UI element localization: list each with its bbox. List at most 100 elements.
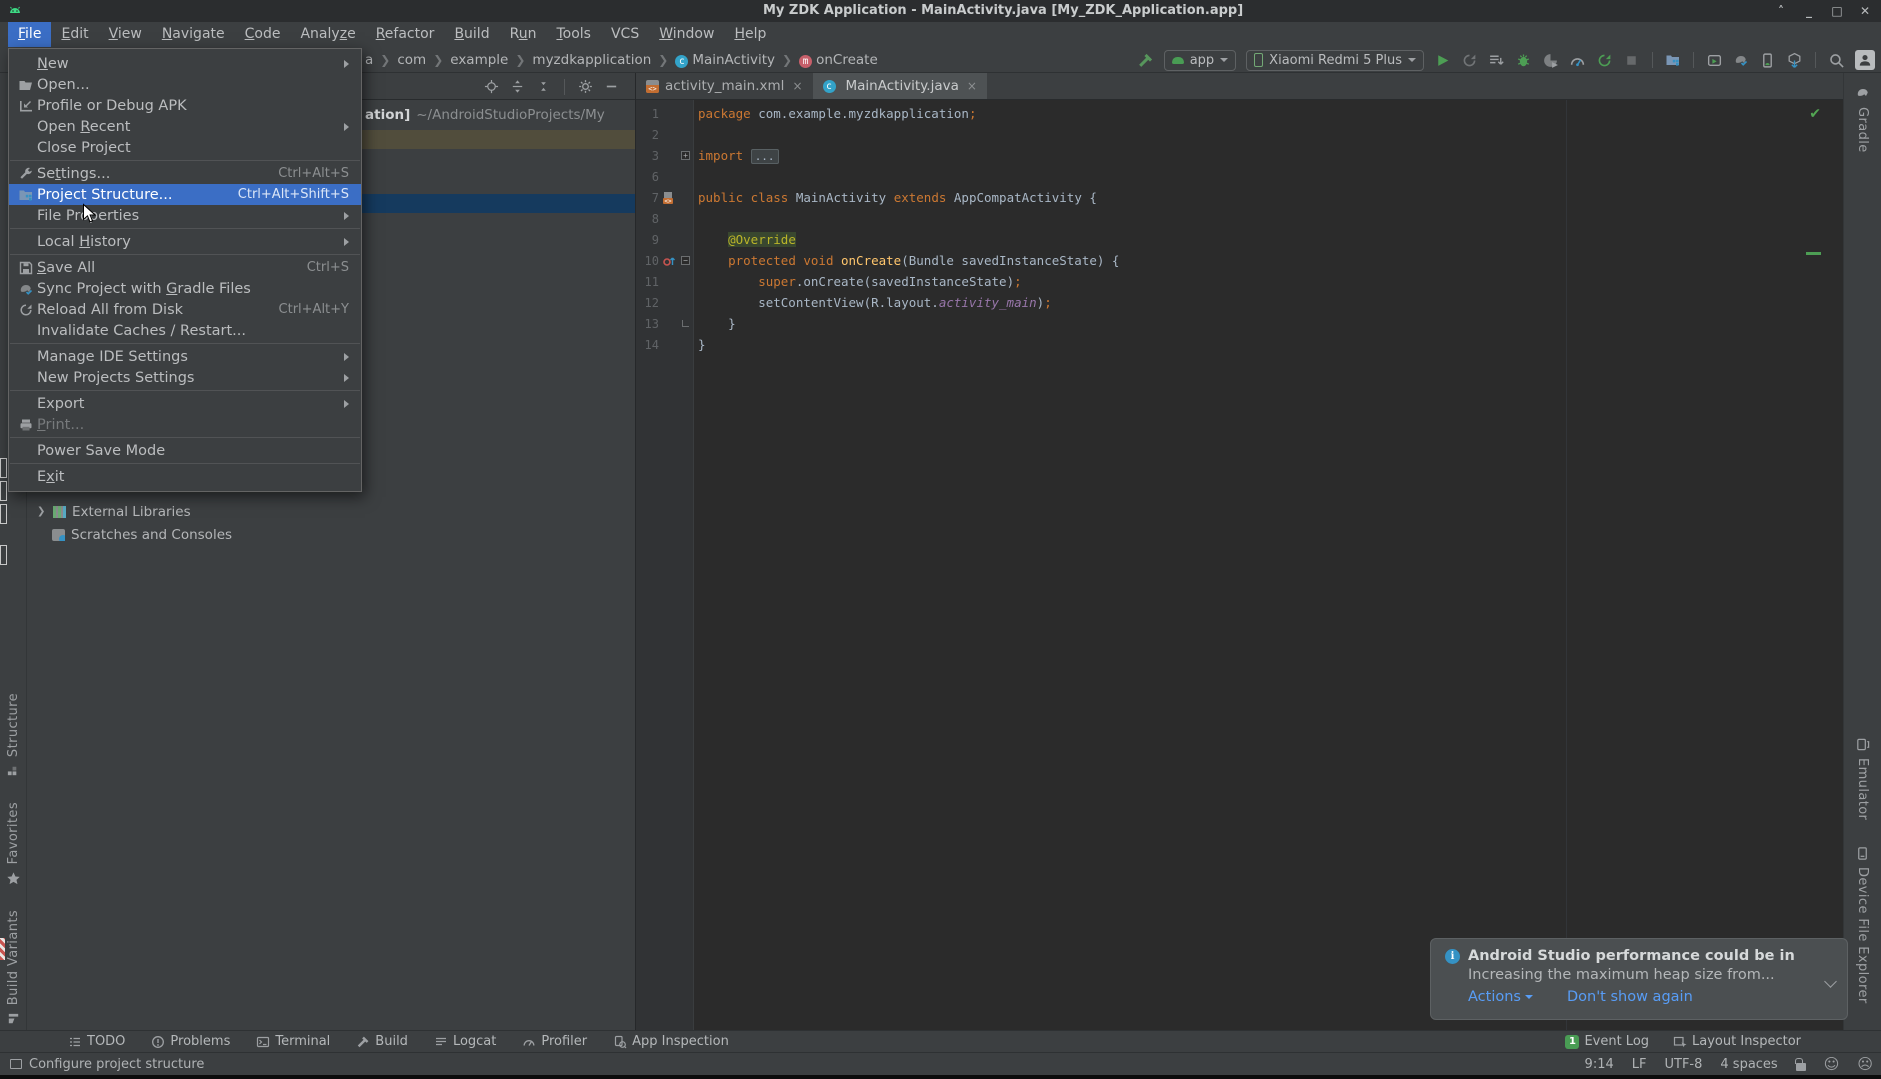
notification-dismiss-link[interactable]: Don't show again (1567, 989, 1693, 1005)
close-tab-icon[interactable]: × (792, 79, 802, 93)
code-line-3[interactable]: 3 + import ... (636, 145, 1843, 166)
stripe-button-favorites[interactable]: Favorites (6, 802, 21, 885)
stripe-button-build-variants[interactable]: Build Variants (6, 910, 21, 1026)
menu-code[interactable]: Code (235, 22, 291, 47)
toolwindow-problems[interactable]: Problems (151, 1034, 230, 1049)
attach-profiler-icon[interactable] (1542, 52, 1559, 69)
toolwindow-build[interactable]: Build (356, 1034, 408, 1049)
close-tab-icon[interactable]: × (967, 79, 977, 93)
code-line-8[interactable]: 8 (636, 208, 1843, 229)
code-line-2[interactable]: 2 (636, 124, 1843, 145)
menu-item-manage-ide-settings[interactable]: Manage IDE Settings (9, 346, 361, 367)
menu-item-profile-or-debug-apk[interactable]: Profile or Debug APK (9, 95, 361, 116)
menu-item-export[interactable]: Export (9, 393, 361, 414)
code-line-11[interactable]: 11 super.onCreate(savedInstanceState); (636, 271, 1843, 292)
lock-icon[interactable] (1794, 1057, 1806, 1071)
debug-icon[interactable] (1515, 52, 1532, 69)
chevron-right-icon[interactable]: ❯ (37, 502, 47, 522)
apply-code-changes-icon[interactable] (1596, 52, 1613, 69)
menu-item-reload-all-from-disk[interactable]: Reload All from Disk Ctrl+Alt+Y (9, 299, 361, 320)
code-line-6[interactable]: 6 (636, 166, 1843, 187)
error-stripe-mark[interactable] (1806, 252, 1821, 255)
menu-tools[interactable]: Tools (546, 22, 601, 47)
run-window-icon[interactable] (1706, 52, 1723, 69)
expand-all-icon[interactable] (510, 79, 525, 94)
code-line-9[interactable]: 9 @Override (636, 229, 1843, 250)
stripe-button-device-file-explorer[interactable]: Device File Explorer (1855, 846, 1870, 1004)
crosshair-icon[interactable] (484, 79, 499, 94)
menu-item-project-structure[interactable]: Project Structure... Ctrl+Alt+Shift+S (9, 184, 361, 205)
menu-item-exit[interactable]: Exit (9, 466, 361, 487)
gradle-sync-icon[interactable] (1733, 52, 1749, 68)
code-line-7[interactable]: 7 <> public class MainActivity extends App… (636, 187, 1843, 208)
fold-plus-icon[interactable]: + (681, 151, 690, 160)
menu-item-close-project[interactable]: Close Project (9, 137, 361, 158)
breadcrumb-item-com[interactable]: com (397, 52, 426, 68)
fold-minus-icon[interactable]: − (681, 256, 690, 265)
stripe-button-structure[interactable]: Structure (6, 693, 21, 778)
menu-item-open-recent[interactable]: Open Recent (9, 116, 361, 137)
tree-item-external-libraries[interactable]: ❯ External Libraries (27, 502, 635, 522)
indent-setting[interactable]: 4 spaces (1720, 1057, 1777, 1072)
toolwindow-todo[interactable]: TODO (68, 1034, 125, 1049)
apply-changes-icon[interactable] (1488, 52, 1505, 69)
tab-activity_main.xml[interactable]: activity_main.xml × (636, 73, 813, 99)
menu-item-settings[interactable]: Settings... Ctrl+Alt+S (9, 163, 361, 184)
code-line-13[interactable]: 13 } (636, 313, 1843, 334)
toolwindow-terminal[interactable]: Terminal (256, 1034, 330, 1049)
avatar[interactable] (1855, 50, 1875, 70)
rerun-icon[interactable] (1461, 52, 1478, 69)
device-select[interactable]: Xiaomi Redmi 5 Plus (1246, 49, 1424, 71)
toolwindow-layout-inspector[interactable]: Layout Inspector (1673, 1034, 1801, 1049)
minimize-button[interactable]: _ (1803, 4, 1815, 18)
menu-run[interactable]: Run (500, 22, 547, 47)
menu-analyze[interactable]: Analyze (290, 22, 365, 47)
code-editor[interactable]: 1 package com.example.myzdkapplication; 2 3… (636, 100, 1843, 1030)
notification-actions-link[interactable]: Actions (1468, 989, 1533, 1005)
device-manager-icon[interactable] (1759, 52, 1776, 69)
menu-item-new[interactable]: New (9, 53, 361, 74)
toolwindow-logcat[interactable]: Logcat (434, 1034, 496, 1049)
rollup-button[interactable]: ˄ (1775, 4, 1787, 18)
build-hammer-icon[interactable] (1137, 52, 1154, 69)
menu-item-save-all[interactable]: Save All Ctrl+S (9, 257, 361, 278)
menu-item-open[interactable]: Open... (9, 74, 361, 95)
menu-window[interactable]: Window (649, 22, 724, 47)
stripe-button-emulator[interactable]: Emulator (1855, 737, 1870, 820)
caret-position[interactable]: 9:14 (1585, 1057, 1614, 1072)
project-structure-icon[interactable] (1665, 52, 1681, 68)
menu-vcs[interactable]: VCS (601, 22, 649, 47)
breadcrumb-item-oncreate[interactable]: m onCreate (799, 52, 878, 68)
menu-build[interactable]: Build (444, 22, 499, 47)
code-line-12[interactable]: 12 setContentView(R.layout.activity_main… (636, 292, 1843, 313)
toolwindow-app-inspection[interactable]: App Inspection (613, 1034, 729, 1049)
menu-item-invalidate-caches-restart[interactable]: Invalidate Caches / Restart... (9, 320, 361, 341)
run-icon[interactable] (1434, 52, 1451, 69)
toolwindow-event-log[interactable]: 1 Event Log (1565, 1034, 1649, 1049)
breadcrumb-item-example[interactable]: example (450, 52, 508, 68)
maximize-button[interactable]: □ (1831, 4, 1843, 18)
profiler-icon[interactable] (1569, 52, 1586, 69)
breadcrumb-item-mainactivity[interactable]: c MainActivity (675, 52, 775, 68)
happy-face-icon[interactable]: ☺ (1824, 1055, 1840, 1073)
menu-edit[interactable]: Edit (51, 22, 98, 47)
menu-help[interactable]: Help (724, 22, 776, 47)
close-button[interactable]: ✕ (1859, 4, 1871, 18)
line-ending[interactable]: LF (1632, 1057, 1647, 1072)
file-encoding[interactable]: UTF-8 (1664, 1057, 1702, 1072)
sad-face-icon[interactable]: ☹ (1857, 1055, 1873, 1073)
stripe-button-gradle[interactable]: Gradle (1855, 85, 1871, 153)
menu-item-sync-project-with-gradle-files[interactable]: Sync Project with Gradle Files (9, 278, 361, 299)
menu-item-local-history[interactable]: Local History (9, 231, 361, 252)
menu-item-new-projects-settings[interactable]: New Projects Settings (9, 367, 361, 388)
breadcrumb-item-a[interactable]: a (365, 52, 373, 68)
search-icon[interactable] (1828, 52, 1845, 69)
run-configuration-select[interactable]: app (1163, 49, 1237, 71)
code-line-14[interactable]: 14} (636, 334, 1843, 355)
stop-icon[interactable] (1623, 52, 1640, 69)
menu-item-file-properties[interactable]: File Properties (9, 205, 361, 226)
code-line-10[interactable]: 10 − protected void onCreate(Bundle saved… (636, 250, 1843, 271)
inspections-ok-icon[interactable]: ✔ (1809, 106, 1821, 122)
breadcrumb-item-myzdkapplication[interactable]: myzdkapplication (532, 52, 651, 68)
tab-MainActivity.java[interactable]: c MainActivity.java × (812, 73, 987, 99)
